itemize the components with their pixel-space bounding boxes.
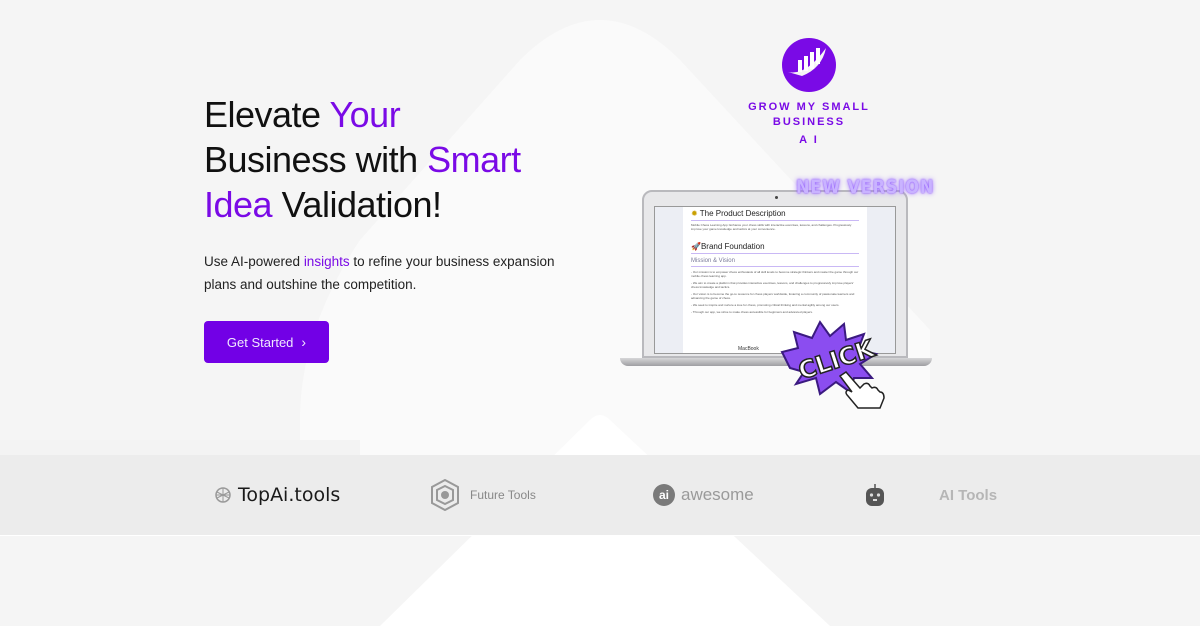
- headline-text: Validation!: [272, 184, 442, 225]
- doc-paragraph: Mobile Chess Learning App: Enhance your …: [691, 223, 852, 231]
- logo-future-tools[interactable]: Future Tools: [430, 455, 536, 535]
- doc-subsection-title: Mission & Vision: [691, 258, 859, 267]
- headline-accent: Smart: [427, 139, 521, 180]
- laptop-label: MacBook: [738, 346, 759, 352]
- click-burst-icon[interactable]: CLICK: [780, 318, 890, 410]
- logo-text: Future Tools: [470, 488, 536, 502]
- get-started-button[interactable]: Get Started ›: [204, 321, 329, 363]
- brand-name: GROW MY SMALL BUSINESS A I: [740, 100, 878, 148]
- chevron-right-icon: ›: [301, 334, 307, 350]
- hero-section: Elevate Your Business with Smart Idea Va…: [0, 0, 1200, 455]
- logo-ai-awesome[interactable]: ai awesome: [653, 455, 754, 535]
- partner-logos-strip: TopAi.tools Future Tools ai awesome AI T…: [0, 455, 1200, 536]
- network-icon: [215, 487, 231, 503]
- doc-bullet: - Our mission is to empower chess enthus…: [691, 270, 859, 278]
- logo-text: AI Tools: [939, 486, 998, 504]
- logo-topai-tools[interactable]: TopAi.tools: [214, 455, 340, 535]
- brand-name-line: BUSINESS: [772, 116, 846, 128]
- doc-bullet: - We seek to inspire and nurture a love …: [691, 303, 840, 307]
- get-started-label: Get Started: [226, 334, 294, 350]
- subtext-part: Use AI-powered: [204, 254, 304, 269]
- doc-bullet: - Our vision is to become the go-to reso…: [691, 292, 855, 300]
- logo-text: TopAi.tools: [238, 484, 341, 506]
- headline-accent: Idea: [204, 184, 273, 225]
- doc-bullet: - Through our app, we strive to make che…: [691, 310, 813, 314]
- hexagon-icon: [431, 479, 459, 511]
- headline-text: Business with: [204, 139, 428, 180]
- logo-ai-tools[interactable]: AI Tools: [865, 455, 997, 535]
- logo-text: awesome: [681, 485, 754, 504]
- hero-headline: Elevate Your Business with Smart Idea Va…: [204, 92, 564, 227]
- hero-subtext: Use AI-powered insights to refine your b…: [204, 250, 564, 296]
- doc-section-title-text: The Product Description: [699, 209, 786, 218]
- robot-icon: [866, 484, 884, 506]
- doc-bullet: - We aim to create a platform that provi…: [691, 281, 854, 289]
- gear-sun-icon: ✹: [691, 209, 698, 218]
- brand-logo-block[interactable]: GROW MY SMALL BUSINESS A I: [740, 38, 878, 148]
- ai-circle-icon: ai: [653, 484, 675, 506]
- doc-section-title-text: Brand Foundation: [700, 242, 765, 251]
- headline-text: Elevate: [204, 94, 330, 135]
- headline-accent: Your: [329, 94, 401, 135]
- subtext-accent: insights: [303, 254, 350, 269]
- brand-name-line: GROW MY SMALL: [748, 101, 870, 113]
- rocket-icon: 🚀: [691, 242, 701, 251]
- brand-name-line: A I: [799, 134, 819, 146]
- doc-section-title: ✹ The Product Description: [691, 209, 859, 221]
- new-version-badge: NEW VERSION: [796, 176, 935, 198]
- doc-section-title: 🚀Brand Foundation: [691, 242, 859, 254]
- growth-chart-logo-icon: [782, 38, 836, 92]
- camera-dot: [775, 196, 778, 199]
